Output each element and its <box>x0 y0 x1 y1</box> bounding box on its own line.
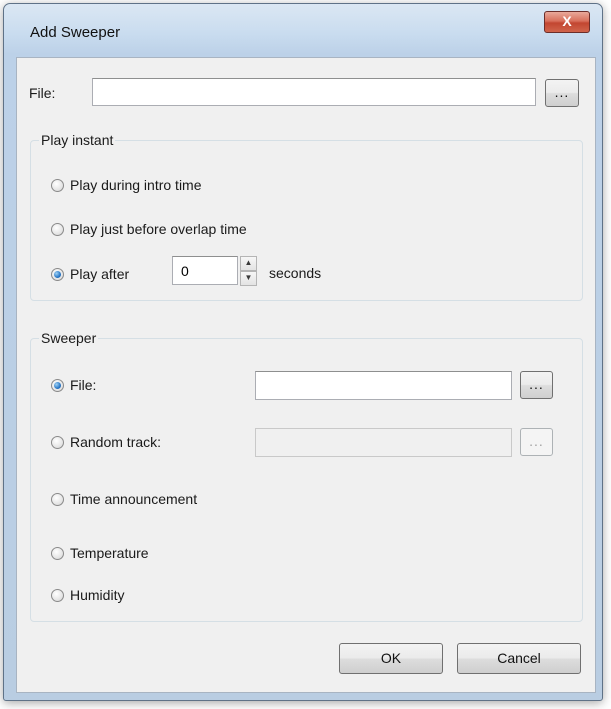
file-browse-button[interactable]: ... <box>545 79 579 107</box>
play-instant-group: Play instant Play during intro time Play… <box>30 132 583 301</box>
seconds-label: seconds <box>269 265 322 281</box>
play-instant-group-title: Play instant <box>39 132 116 148</box>
radio-button[interactable] <box>51 178 64 192</box>
radio-play-after[interactable]: Play after <box>51 265 129 283</box>
radio-random-track[interactable]: Random track: <box>51 433 161 451</box>
sweeper-file-input[interactable] <box>255 371 512 400</box>
close-button[interactable]: X <box>544 11 590 33</box>
file-input[interactable] <box>92 78 536 106</box>
dialog-client-area: File: ... Play instant Play during intro… <box>16 57 596 693</box>
radio-button[interactable] <box>51 222 64 236</box>
cancel-button[interactable]: Cancel <box>457 643 581 674</box>
radio-humidity[interactable]: Humidity <box>51 586 124 604</box>
ok-button[interactable]: OK <box>339 643 443 674</box>
radio-button[interactable] <box>51 435 64 449</box>
spin-up-button[interactable]: ▲ <box>240 256 257 271</box>
window-title: Add Sweeper <box>30 24 121 41</box>
radio-play-before-overlap[interactable]: Play just before overlap time <box>51 220 247 238</box>
radio-button-checked[interactable] <box>51 378 64 392</box>
radio-label: Play during intro time <box>70 177 202 193</box>
radio-label: Humidity <box>70 587 125 603</box>
play-after-seconds-input[interactable] <box>172 256 238 285</box>
radio-temperature[interactable]: Temperature <box>51 544 149 562</box>
radio-button[interactable] <box>51 492 64 506</box>
close-icon: X <box>562 13 572 29</box>
radio-play-during-intro[interactable]: Play during intro time <box>51 176 202 194</box>
radio-label: Random track: <box>70 434 162 450</box>
arrow-down-icon: ▼ <box>244 273 253 282</box>
radio-label: Play after <box>70 266 130 282</box>
random-track-input[interactable] <box>255 428 512 457</box>
radio-button-checked[interactable] <box>51 267 64 281</box>
radio-time-announcement[interactable]: Time announcement <box>51 490 197 508</box>
radio-button[interactable] <box>51 546 64 560</box>
sweeper-group: Sweeper File: ... Random track: ... Time… <box>30 330 583 622</box>
file-label: File: <box>29 85 56 101</box>
random-track-browse-button[interactable]: ... <box>520 428 553 456</box>
radio-button[interactable] <box>51 588 64 602</box>
arrow-up-icon: ▲ <box>244 258 253 267</box>
radio-label: Temperature <box>70 545 149 561</box>
radio-label: File: <box>70 377 97 393</box>
sweeper-group-title: Sweeper <box>39 330 99 346</box>
radio-sweeper-file[interactable]: File: <box>51 376 96 394</box>
radio-label: Play just before overlap time <box>70 221 247 237</box>
radio-label: Time announcement <box>70 491 198 507</box>
sweeper-file-browse-button[interactable]: ... <box>520 371 553 399</box>
spin-down-button[interactable]: ▼ <box>240 271 257 286</box>
